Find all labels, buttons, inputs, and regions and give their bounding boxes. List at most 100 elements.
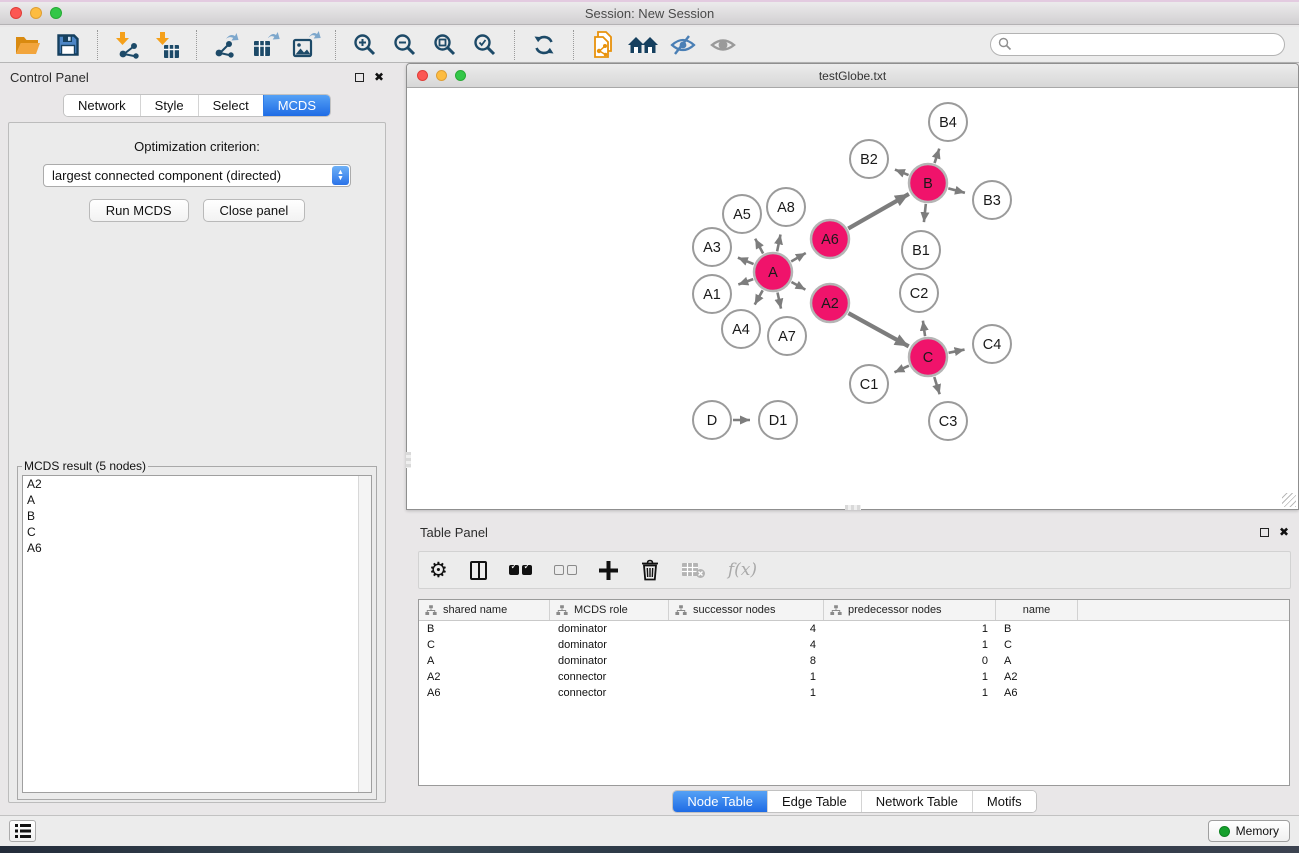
mcds-result-item[interactable]: B bbox=[23, 508, 371, 524]
show-panels-eye-icon[interactable] bbox=[703, 29, 743, 61]
delete-column-trash-icon[interactable] bbox=[640, 559, 660, 581]
mcds-result-group: MCDS result (5 nodes) A2ABCA6 bbox=[17, 459, 377, 800]
import-network-icon[interactable] bbox=[107, 29, 147, 61]
edge-A-A5[interactable] bbox=[755, 239, 763, 254]
tab-network-table[interactable]: Network Table bbox=[861, 791, 972, 812]
edge-A-A2[interactable] bbox=[791, 282, 805, 290]
mcds-result-item[interactable]: C bbox=[23, 524, 371, 540]
panel-layout-icon[interactable] bbox=[470, 561, 487, 580]
save-session-icon[interactable] bbox=[48, 29, 88, 61]
node-label-A8: A8 bbox=[777, 200, 795, 216]
search-input[interactable] bbox=[990, 33, 1285, 56]
column-header-mcds-role[interactable]: MCDS role bbox=[550, 600, 669, 620]
tab-mcds[interactable]: MCDS bbox=[263, 95, 330, 116]
function-builder-icon[interactable]: f(x) bbox=[728, 560, 757, 580]
table-cell: A2 bbox=[419, 671, 550, 683]
edge-A-A4[interactable] bbox=[755, 290, 763, 304]
import-table-icon[interactable] bbox=[147, 29, 187, 61]
deselect-all-icon[interactable] bbox=[554, 565, 577, 575]
cyndex-document-icon[interactable] bbox=[583, 29, 623, 61]
dropdown-selected-value: largest connected component (directed) bbox=[52, 168, 281, 183]
edge-A-A3[interactable] bbox=[738, 258, 754, 264]
export-network-icon[interactable] bbox=[206, 29, 246, 61]
edge-A-A1[interactable] bbox=[738, 279, 753, 284]
column-namespace-icon bbox=[675, 605, 687, 616]
edge-C-C1[interactable] bbox=[894, 366, 908, 373]
tab-select[interactable]: Select bbox=[198, 95, 263, 116]
control-panel: Control Panel ✖ NetworkStyleSelectMCDS O… bbox=[2, 66, 392, 813]
resize-grip-icon[interactable] bbox=[1282, 493, 1296, 507]
home-icon[interactable] bbox=[623, 29, 663, 61]
select-all-icon[interactable] bbox=[509, 565, 532, 575]
tab-motifs[interactable]: Motifs bbox=[972, 791, 1036, 812]
edge-A-A8[interactable] bbox=[777, 234, 780, 251]
node-label-A5: A5 bbox=[733, 207, 751, 223]
hide-panels-eye-icon[interactable] bbox=[663, 29, 703, 61]
edge-A2-C[interactable] bbox=[848, 313, 908, 346]
table-row[interactable]: A2connector11A2 bbox=[419, 669, 1289, 685]
zoom-selected-icon[interactable] bbox=[465, 29, 505, 61]
mcds-result-item[interactable]: A bbox=[23, 492, 371, 508]
export-image-icon[interactable] bbox=[286, 29, 326, 61]
edge-B-B2[interactable] bbox=[895, 170, 909, 176]
table-cell: C bbox=[996, 639, 1078, 651]
close-table-panel-icon[interactable]: ✖ bbox=[1279, 528, 1289, 537]
memory-button[interactable]: Memory bbox=[1208, 820, 1290, 842]
zoom-out-icon[interactable] bbox=[385, 29, 425, 61]
network-canvas[interactable]: B4B2BB3A8A5A6A3B1AC2A1A2A4A7C4CC1C3DD1 bbox=[407, 88, 1298, 509]
edge-C-C3[interactable] bbox=[934, 377, 939, 394]
edge-B-B4[interactable] bbox=[935, 149, 940, 163]
task-history-list-icon[interactable] bbox=[9, 820, 36, 842]
add-column-icon[interactable] bbox=[599, 561, 618, 580]
table-row[interactable]: A6connector11A6 bbox=[419, 685, 1289, 701]
column-header-shared-name[interactable]: shared name bbox=[419, 600, 550, 620]
run-mcds-button[interactable]: Run MCDS bbox=[89, 199, 189, 222]
table-cell: B bbox=[996, 623, 1078, 635]
table-cell: 4 bbox=[669, 639, 824, 651]
close-panel-button[interactable]: Close panel bbox=[203, 199, 306, 222]
edge-A-A6[interactable] bbox=[791, 253, 806, 261]
bottom-edge-grip[interactable] bbox=[845, 505, 861, 510]
column-header-successor-nodes[interactable]: successor nodes bbox=[669, 600, 824, 620]
table-row[interactable]: Cdominator41C bbox=[419, 637, 1289, 653]
table-cell: A bbox=[996, 655, 1078, 667]
edge-B-B3[interactable] bbox=[948, 188, 965, 192]
zoom-in-icon[interactable] bbox=[345, 29, 385, 61]
mcds-result-item[interactable]: A6 bbox=[23, 540, 371, 556]
tab-node-table[interactable]: Node Table bbox=[673, 791, 767, 812]
close-panel-icon[interactable]: ✖ bbox=[374, 73, 384, 82]
edge-B-B1[interactable] bbox=[924, 204, 926, 222]
toolbar-separator bbox=[573, 30, 574, 60]
mcds-result-item[interactable]: A2 bbox=[23, 476, 371, 492]
edge-C-C2[interactable] bbox=[923, 321, 925, 336]
control-panel-tabs: NetworkStyleSelectMCDS bbox=[63, 94, 331, 117]
result-list-scrollbar[interactable] bbox=[358, 476, 371, 792]
export-table-icon[interactable] bbox=[246, 29, 286, 61]
open-file-icon[interactable] bbox=[8, 29, 48, 61]
refresh-view-icon[interactable] bbox=[524, 29, 564, 61]
zoom-fit-icon[interactable] bbox=[425, 29, 465, 61]
mcds-result-list[interactable]: A2ABCA6 bbox=[22, 475, 372, 793]
float-panel-icon[interactable] bbox=[355, 73, 364, 82]
table-row[interactable]: Adominator80A bbox=[419, 653, 1289, 669]
node-label-C1: C1 bbox=[860, 377, 879, 393]
mcds-result-title: MCDS result (5 nodes) bbox=[22, 459, 148, 473]
left-edge-grip[interactable] bbox=[406, 452, 411, 468]
table-cell: C bbox=[419, 639, 550, 651]
tab-network[interactable]: Network bbox=[64, 95, 140, 116]
tab-edge-table[interactable]: Edge Table bbox=[767, 791, 861, 812]
edge-C-C4[interactable] bbox=[949, 350, 965, 353]
table-row[interactable]: Bdominator41B bbox=[419, 621, 1289, 637]
delete-table-icon[interactable] bbox=[682, 561, 706, 579]
edge-A-A7[interactable] bbox=[777, 293, 781, 309]
optimization-criterion-dropdown[interactable]: largest connected component (directed) ▲… bbox=[43, 164, 351, 187]
table-cell: 4 bbox=[669, 623, 824, 635]
table-panel-title: Table Panel bbox=[420, 525, 488, 540]
column-header-predecessor-nodes[interactable]: predecessor nodes bbox=[824, 600, 996, 620]
tab-style[interactable]: Style bbox=[140, 95, 198, 116]
column-header-name[interactable]: name bbox=[996, 600, 1078, 620]
settings-gear-icon[interactable]: ⚙ bbox=[429, 560, 448, 580]
edge-A6-B[interactable] bbox=[848, 194, 909, 229]
float-table-panel-icon[interactable] bbox=[1260, 528, 1269, 537]
network-window-titlebar[interactable]: testGlobe.txt bbox=[407, 64, 1298, 88]
